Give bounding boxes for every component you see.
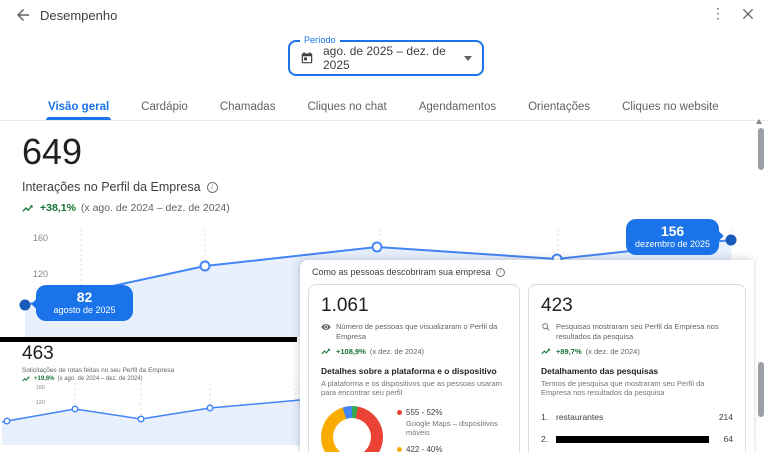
routes-caption: Solicitações de rotas feitas no seu Perf… xyxy=(22,367,175,374)
routes-line-chart: 160 120 80 40 xyxy=(1,383,300,445)
platform-subtitle: Detalhes sobre a plataforma e o disposit… xyxy=(321,365,497,376)
legend-item: 422 - 40% Pesquisa Google – dispositivos… xyxy=(397,445,507,452)
performance-page: Desempenho ⋮ Período ago. de 2025 – dez.… xyxy=(0,0,768,452)
tab-cardapio[interactable]: Cardápio xyxy=(141,94,188,120)
search-term-row: 1. restaurantes 214 xyxy=(541,412,733,422)
trend-up-icon xyxy=(541,348,551,354)
search-terms-list: 1. restaurantes 214 2. 64 3. 39 xyxy=(541,406,733,452)
platform-donut-chart xyxy=(321,406,383,452)
searches-card: 423 Pesquisas mostraram seu Perfil da Em… xyxy=(528,284,746,452)
period-value: ago. de 2025 – dez. de 2025 xyxy=(323,44,446,72)
tab-cliques-no-chat[interactable]: Cliques no chat xyxy=(307,94,386,120)
views-caption: Número de pessoas que visualizaram o Per… xyxy=(336,322,498,341)
search-icon xyxy=(542,323,550,331)
interactions-delta-context: (x ago. de 2024 – dez. de 2024) xyxy=(80,202,230,214)
views-delta: +108,9% xyxy=(336,346,366,356)
info-icon[interactable]: i xyxy=(206,181,218,193)
calendar-icon xyxy=(300,51,314,65)
searches-total: 423 xyxy=(541,295,573,316)
svg-text:160: 160 xyxy=(36,385,45,391)
trend-up-icon xyxy=(22,204,35,213)
tooltip-value: 82 xyxy=(76,289,93,305)
trend-up-icon xyxy=(321,348,331,354)
tooltip-august: 82 agosto de 2025 xyxy=(36,285,133,321)
profile-views-card: 1.061 Número de pessoas que visualizaram… xyxy=(308,284,520,452)
interactions-total: 649 xyxy=(22,131,83,172)
tab-orientacoes[interactable]: Orientações xyxy=(528,94,590,120)
chevron-down-icon xyxy=(464,55,472,61)
donut-legend: 555 - 52% Google Maps – dispositivos móv… xyxy=(397,406,507,452)
interactions-delta: +38,1% xyxy=(40,202,76,214)
selected-point-december xyxy=(725,234,737,246)
legend-dot-yellow xyxy=(397,447,402,452)
period-select[interactable]: Período ago. de 2025 – dez. de 2025 xyxy=(288,35,484,76)
routes-delta-context: (x ago. de 2024 – dez. de 2024) xyxy=(57,376,143,382)
tooltip-label: agosto de 2025 xyxy=(53,305,116,315)
close-icon[interactable] xyxy=(740,6,756,22)
discovery-panel: Como as pessoas descobriram sua empresa … xyxy=(300,260,754,452)
interactions-metric: 649 Interações no Perfil da Empresa i +3… xyxy=(22,131,230,214)
tab-agendamentos[interactable]: Agendamentos xyxy=(419,94,496,120)
views-delta-context: (x dez. de 2024) xyxy=(369,346,425,356)
scrollbar-thumb[interactable] xyxy=(758,128,764,170)
searches-caption: Pesquisas mostraram seu Perfil da Empres… xyxy=(556,322,719,341)
legend-dot-red xyxy=(397,410,402,415)
y-tick-160: 160 xyxy=(33,233,48,243)
period-field-label: Período xyxy=(300,35,340,45)
tooltip-december: 156 dezembro de 2025 xyxy=(626,219,719,255)
page-title: Desempenho xyxy=(40,8,118,23)
views-total: 1.061 xyxy=(321,295,369,316)
tab-chamadas[interactable]: Chamadas xyxy=(220,94,276,120)
routes-delta: +19,6% xyxy=(34,376,55,382)
tooltip-label: dezembro de 2025 xyxy=(634,239,711,249)
tab-visao-geral[interactable]: Visão geral xyxy=(46,94,112,120)
tooltip-value: 156 xyxy=(660,223,685,239)
selected-point-august xyxy=(19,299,31,311)
search-term-count: 214 xyxy=(718,412,733,422)
legend-item: 555 - 52% Google Maps – dispositivos móv… xyxy=(397,408,507,437)
eye-icon xyxy=(321,324,331,330)
tab-bar: Visão geral Cardápio Chamadas Cliques no… xyxy=(0,94,768,121)
svg-text:120: 120 xyxy=(36,400,45,406)
info-icon[interactable]: i xyxy=(495,267,505,277)
scrollbar-thumb[interactable] xyxy=(758,362,764,417)
search-breakdown-description: Termos de pesquisa que mostraram seu Per… xyxy=(541,378,705,398)
redaction-bar xyxy=(0,337,297,342)
scrollbar-up-arrow[interactable] xyxy=(756,119,762,124)
searches-delta-context: (x dez. de 2024) xyxy=(585,346,640,356)
routes-total: 463 xyxy=(22,343,54,364)
interactions-caption: Interações no Perfil da Empresa xyxy=(22,180,201,194)
y-tick-120: 120 xyxy=(33,269,48,279)
tab-cliques-no-website[interactable]: Cliques no website xyxy=(622,94,719,120)
search-term-count: 64 xyxy=(723,434,733,444)
back-arrow-icon[interactable] xyxy=(14,6,32,24)
area-fill xyxy=(2,400,300,445)
more-options-icon[interactable]: ⋮ xyxy=(710,5,726,22)
search-term-row: 2. 64 xyxy=(541,434,733,444)
searches-delta: +89,7% xyxy=(556,346,582,356)
platform-description: A plataforma e os dispositivos que as pe… xyxy=(321,378,502,398)
search-term: restaurantes xyxy=(556,412,604,422)
search-breakdown-subtitle: Detalhamento das pesquisas xyxy=(541,365,659,376)
top-bar: Desempenho ⋮ xyxy=(0,0,768,30)
active-tab-underline xyxy=(46,117,112,120)
routes-section: 463 Solicitações de rotas feitas no seu … xyxy=(0,337,300,452)
discovery-title: Como as pessoas descobriram sua empresa xyxy=(312,267,491,277)
redaction-bar xyxy=(556,435,709,443)
trend-up-icon xyxy=(22,376,30,382)
